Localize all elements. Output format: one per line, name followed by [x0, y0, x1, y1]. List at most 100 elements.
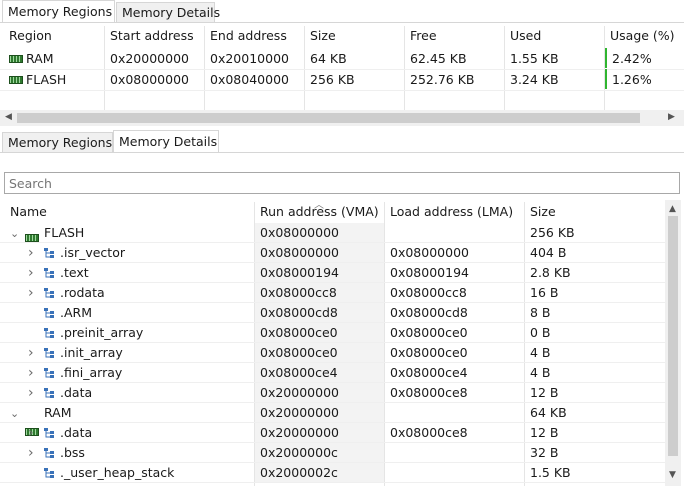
vertical-scrollbar[interactable]: ▲ ▼ [665, 200, 681, 486]
expand-right-icon[interactable]: › [28, 263, 34, 284]
size: 16 B [530, 285, 559, 300]
size: 1.5 KB [530, 465, 571, 480]
col-separator [524, 202, 525, 486]
expand-right-icon[interactable]: › [28, 243, 34, 264]
expand-down-icon[interactable]: ⌄ [10, 223, 19, 244]
size: 64 KB [310, 51, 347, 66]
expand-right-icon[interactable]: › [28, 343, 34, 364]
load-address: 0x08000ce0 [390, 345, 468, 360]
run-address: 0x20000000 [260, 385, 339, 400]
col-used[interactable]: Used [510, 24, 541, 48]
run-address: 0x08000cd8 [260, 305, 338, 320]
size: 256 KB [530, 225, 575, 240]
used: 1.55 KB [510, 51, 559, 66]
section-name: FLASH [44, 225, 85, 240]
size: 4 B [530, 365, 551, 380]
run-address: 0x20000000 [260, 405, 339, 420]
region-name: FLASH [26, 72, 67, 87]
col-usage[interactable]: Usage (%) [610, 24, 675, 48]
col-separator [504, 26, 505, 110]
expand-right-icon[interactable]: › [28, 383, 34, 404]
section-name: .init_array [60, 345, 123, 360]
tab-divider [0, 152, 684, 153]
col-free[interactable]: Free [410, 24, 437, 48]
section-name: .isr_vector [60, 245, 125, 260]
horizontal-scrollbar[interactable]: ◀ ▶ [0, 110, 684, 126]
section-name: ._user_heap_stack [60, 465, 175, 480]
region-name: RAM [26, 51, 54, 66]
run-address: 0x08000ce0 [260, 345, 338, 360]
run-address: 0x08000cc8 [260, 285, 337, 300]
bottom-tab-bar: Memory Regions Memory Details [0, 130, 684, 152]
usage-bar [605, 69, 607, 89]
memory-chip-icon [25, 233, 39, 242]
col-start-address[interactable]: Start address [110, 24, 194, 48]
scrollbar-thumb[interactable] [668, 216, 678, 456]
size: 12 B [530, 425, 559, 440]
section-tree-icon [44, 388, 54, 398]
expand-right-icon[interactable]: › [28, 423, 34, 444]
col-region[interactable]: Region [9, 24, 52, 48]
col-size[interactable]: Size [310, 24, 336, 48]
used: 3.24 KB [510, 72, 559, 87]
col-separator [304, 26, 305, 110]
load-address: 0x08000cc8 [390, 285, 467, 300]
col-name[interactable]: Name [10, 200, 47, 224]
section-tree-icon [44, 428, 54, 438]
load-address: 0x08000ce8 [390, 425, 468, 440]
run-address: 0x08000000 [260, 225, 339, 240]
scroll-left-icon[interactable]: ◀ [5, 112, 12, 122]
section-name: .preinit_array [60, 325, 144, 340]
end-address: 0x08040000 [210, 72, 289, 87]
section-tree-icon [44, 308, 54, 318]
size: 8 B [530, 305, 551, 320]
section-tree-icon [44, 288, 54, 298]
tab-memory-regions-top[interactable]: Memory Regions [2, 0, 115, 22]
col-end-address[interactable]: End address [210, 24, 287, 48]
section-name: .data [60, 425, 93, 440]
run-address: 0x08000000 [260, 245, 339, 260]
memory-chip-icon [9, 75, 23, 84]
size: 256 KB [310, 72, 355, 87]
tab-memory-details-bottom[interactable]: Memory Details [113, 130, 219, 152]
run-address: 0x20000000 [260, 425, 339, 440]
section-tree-icon [44, 268, 54, 278]
section-name: RAM [44, 405, 72, 420]
section-tree-icon [44, 328, 54, 338]
size: 2.8 KB [530, 265, 571, 280]
section-tree-icon [44, 348, 54, 358]
usage-percent: 1.26% [612, 72, 652, 87]
tab-memory-details-top[interactable]: Memory Details [116, 2, 220, 22]
load-address: 0x08000000 [390, 245, 469, 260]
scroll-up-icon[interactable]: ▲ [669, 204, 676, 214]
load-address: 0x08000194 [390, 265, 469, 280]
expand-right-icon[interactable]: › [28, 443, 34, 464]
run-address: 0x08000194 [260, 265, 339, 280]
load-address: 0x08000ce4 [390, 365, 468, 380]
scrollbar-thumb[interactable] [17, 113, 640, 123]
top-tab-bar: Memory Regions Memory Details [0, 0, 684, 22]
tab-divider [0, 22, 684, 23]
col-load-address[interactable]: Load address (LMA) [390, 200, 513, 224]
search-input[interactable] [4, 172, 680, 194]
section-tree-icon [44, 248, 54, 258]
load-address: 0x08000cd8 [390, 305, 468, 320]
size: 64 KB [530, 405, 567, 420]
section-name: .data [60, 385, 93, 400]
col-separator [404, 26, 405, 110]
tab-memory-regions-bottom[interactable]: Memory Regions [2, 132, 113, 152]
size: 32 B [530, 445, 559, 460]
expand-down-icon[interactable]: ⌄ [10, 403, 19, 424]
scroll-down-icon[interactable]: ▼ [669, 470, 676, 480]
row-divider [0, 90, 684, 91]
expand-right-icon[interactable]: › [28, 283, 34, 304]
col-size[interactable]: Size [530, 200, 556, 224]
col-run-address[interactable]: Run address (VMA) [260, 200, 379, 224]
expand-right-icon[interactable]: › [28, 363, 34, 384]
section-tree-icon [44, 448, 54, 458]
run-address: 0x08000ce0 [260, 325, 338, 340]
scroll-right-icon[interactable]: ▶ [668, 112, 675, 122]
section-tree-icon [44, 368, 54, 378]
free: 252.76 KB [410, 72, 475, 87]
memory-chip-icon [9, 54, 23, 63]
